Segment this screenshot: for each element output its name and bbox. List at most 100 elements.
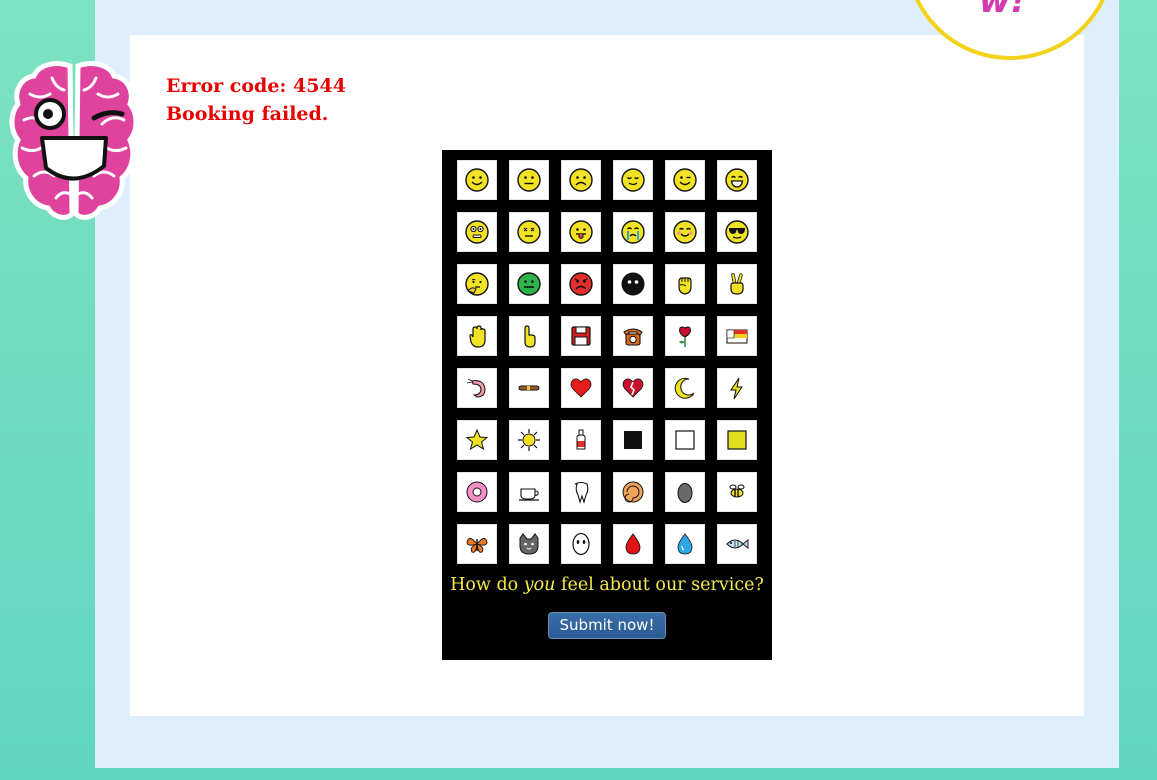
raised-fist-icon [678, 277, 692, 295]
fish-icon [726, 538, 749, 550]
emoji-option[interactable] [613, 368, 653, 408]
question-text-after: feel about our service? [555, 575, 764, 595]
emoji-option[interactable] [561, 368, 601, 408]
feedback-survey: How do you feel about our service? Submi… [442, 150, 772, 660]
emoji-option[interactable] [561, 160, 601, 200]
egg-icon [677, 483, 693, 503]
black-face-icon [621, 272, 645, 296]
emoji-option[interactable] [717, 212, 757, 252]
emoji-option[interactable] [457, 264, 497, 304]
emoji-option[interactable] [717, 524, 757, 564]
thinking-face-icon [465, 272, 489, 296]
cat-face-icon [519, 533, 539, 555]
water-drop-icon [677, 533, 693, 555]
emoji-option[interactable] [665, 420, 705, 460]
emoji-option[interactable] [717, 264, 757, 304]
frowning-face-icon [569, 168, 593, 192]
emoji-option[interactable] [613, 420, 653, 460]
emoji-option[interactable] [613, 472, 653, 512]
emoji-option[interactable] [457, 212, 497, 252]
sun-icon [518, 429, 540, 451]
winking-brain-icon [8, 58, 140, 224]
emoji-option[interactable] [457, 472, 497, 512]
cigar-icon [518, 385, 540, 391]
emoji-option[interactable] [509, 368, 549, 408]
emoji-option[interactable] [561, 420, 601, 460]
emoji-option[interactable] [717, 420, 757, 460]
submit-button[interactable]: Submit now! [548, 612, 666, 639]
emoji-option[interactable] [561, 316, 601, 356]
emoji-option[interactable] [717, 160, 757, 200]
butterfly-icon [466, 538, 488, 553]
emoji-option[interactable] [457, 316, 497, 356]
emoji-option[interactable] [457, 420, 497, 460]
yellow-square-icon [727, 430, 747, 450]
red-heart-icon [570, 378, 592, 398]
emoji-option[interactable] [717, 316, 757, 356]
emoji-grid [457, 160, 757, 564]
crescent-moon-icon [674, 377, 695, 399]
emoji-option[interactable] [665, 472, 705, 512]
dizzy-face-icon [517, 220, 541, 244]
emoji-option[interactable] [613, 264, 653, 304]
emoji-option[interactable] [509, 316, 549, 356]
emoji-option[interactable] [717, 368, 757, 408]
rose-icon [679, 326, 691, 347]
broken-heart-icon [622, 378, 644, 398]
emoji-option[interactable] [561, 264, 601, 304]
error-code: Error code: 4544 [166, 75, 346, 97]
crying-face-icon [621, 220, 645, 244]
nauseated-face-icon [517, 272, 541, 296]
emoji-option[interactable] [613, 524, 653, 564]
ghost-face-icon [572, 532, 590, 556]
white-square-icon [675, 430, 695, 450]
star-icon [465, 428, 489, 451]
emoji-option[interactable] [509, 212, 549, 252]
emoji-option[interactable] [613, 160, 653, 200]
bee-icon [729, 484, 745, 498]
emoji-option[interactable] [665, 212, 705, 252]
emoji-option[interactable] [613, 212, 653, 252]
tongue-out-face-icon [569, 220, 593, 244]
shrimp-icon [466, 378, 486, 398]
telephone-icon [623, 328, 643, 346]
coffee-cup-icon [519, 488, 539, 501]
flushed-face-icon [465, 220, 489, 244]
angry-face-icon [569, 272, 593, 296]
emoji-option[interactable] [509, 524, 549, 564]
emoji-option[interactable] [457, 160, 497, 200]
sunglasses-face-icon [725, 220, 749, 244]
emoji-option[interactable] [561, 472, 601, 512]
relieved-face-icon [621, 168, 645, 192]
question-text-before: How do [450, 575, 524, 595]
emoji-option[interactable] [509, 264, 549, 304]
emoji-option[interactable] [509, 420, 549, 460]
lightning-icon [730, 377, 743, 400]
emoji-option[interactable] [665, 524, 705, 564]
emoji-option[interactable] [457, 524, 497, 564]
blood-drop-icon [625, 533, 641, 555]
emoji-option[interactable] [665, 160, 705, 200]
donut-icon [466, 481, 488, 503]
blushing-face-icon [673, 220, 697, 244]
emoji-option[interactable] [509, 160, 549, 200]
emoji-option[interactable] [613, 316, 653, 356]
neutral-face-icon [517, 168, 541, 192]
emoji-option[interactable] [457, 368, 497, 408]
raised-hand-icon [469, 325, 486, 348]
floppy-disk-icon [571, 326, 591, 346]
emoji-option[interactable] [561, 524, 601, 564]
emoji-option[interactable] [561, 212, 601, 252]
error-message: Booking failed. [166, 103, 329, 125]
emoji-option[interactable] [665, 264, 705, 304]
emoji-option[interactable] [665, 368, 705, 408]
smiling-face-icon [465, 168, 489, 192]
winking-face-icon [673, 168, 697, 192]
grinning-face-icon [725, 168, 749, 192]
error-block: Error code: 4544 Booking failed. [166, 72, 346, 128]
emoji-option[interactable] [509, 472, 549, 512]
emoji-option[interactable] [665, 316, 705, 356]
bottle-icon [576, 429, 586, 450]
badge-text: w! [979, 0, 1026, 21]
emoji-option[interactable] [717, 472, 757, 512]
